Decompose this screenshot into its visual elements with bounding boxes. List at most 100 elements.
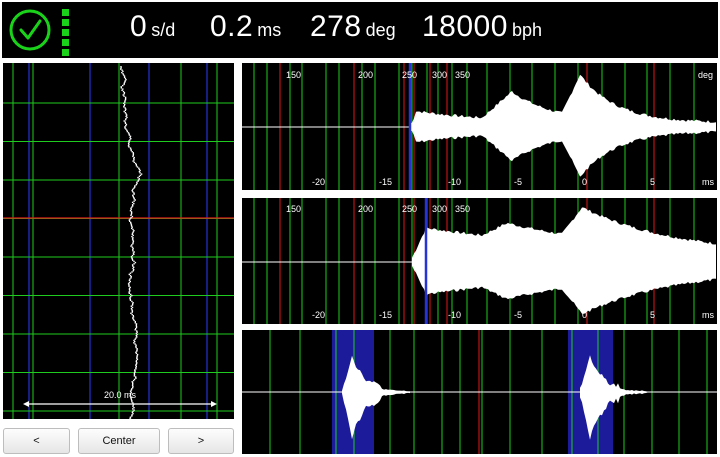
trace-dot [128,140,130,142]
trace-dot [135,165,138,167]
trace-dot [131,246,134,248]
trace-dot [128,292,130,294]
trace-dot [132,405,134,408]
trace-dot [136,349,138,351]
next-button[interactable]: > [168,428,234,454]
trace-dot [135,344,137,346]
trace-dot [133,197,135,199]
trace-dot [131,415,133,417]
trace-dot [126,129,128,132]
trace-dot [132,270,134,272]
ms-tick: -5 [514,310,522,320]
trace-dot [133,159,135,161]
trace-dot [130,312,132,314]
trace-dot [127,142,130,145]
trace-dot [133,374,136,376]
trace-dot [123,75,126,77]
deg-tick: 250 [402,70,417,80]
trace-dot [122,70,124,73]
trace-dot [130,138,132,140]
trace-dot [131,215,134,218]
trace-dot [129,278,131,280]
center-button[interactable]: Center [78,428,160,454]
deg-tick: 200 [358,70,373,80]
trace-dot [135,359,138,362]
ms-tick: -10 [448,310,461,320]
span-arrow-right-head [211,401,217,407]
trace-dot [130,217,132,219]
trace-dot [124,99,127,101]
trace-dot [124,77,127,80]
trace-dot [130,224,133,226]
trace-dot [133,407,135,409]
trace-dot [126,130,129,133]
trace-dot [132,408,134,410]
ms-tick: 5 [650,310,655,320]
trace-dot [131,254,134,257]
trace-dot [128,291,130,293]
trace-dot [132,382,134,384]
trace-dot [130,213,133,215]
trace-dot [129,417,131,419]
trace-dot [133,409,135,411]
trace-dot [135,346,137,349]
trace-dot [132,155,134,158]
trace-dot [132,248,134,251]
trace-dot [133,161,135,163]
deg-unit: deg [698,70,713,80]
prev-button[interactable]: < [3,428,70,454]
trace-dot [131,309,133,311]
trace-dot [133,187,135,189]
trace-dot [131,304,134,306]
trace-dot [135,376,137,378]
trace-dot [122,84,124,87]
trace-dot [134,343,136,345]
trace-dot [123,93,125,95]
trace-dot [121,71,123,74]
trace-dot [128,143,130,146]
trace-dot [123,102,125,104]
trace-dot [123,106,125,108]
trace-dot [139,169,141,172]
amplitude-readout: 278 deg [310,10,396,43]
trace-dot [125,108,127,110]
trace-dot [132,237,134,239]
deg-tick: 250 [402,204,417,214]
trace-dot [135,352,138,355]
trace-dot [131,235,133,238]
trace-dot [131,311,133,313]
clock-check-icon [8,8,52,52]
trace-dot [132,194,134,196]
trace-dot [139,172,141,174]
trace-dot [123,120,125,122]
trace-dot [133,260,135,263]
timegrapher-panel: 20.0 ms [3,63,234,419]
trace-dot [131,271,133,273]
trace-dot [132,228,134,231]
trace-dot [131,313,133,316]
trace-dot [136,355,138,357]
waveform-mid-panel: 150 200 250 300 350 -20 -15 -10 -5 0 5 m… [242,198,717,324]
trace-dot [124,119,127,121]
trace-dot [134,371,136,373]
trace-dot [132,160,134,162]
trace-dot [130,222,132,225]
trace-dot [134,370,136,372]
trace-dot [129,218,131,220]
beat-error-readout: 0.2 ms [210,10,282,43]
trace-dot [124,101,126,103]
trace-dot [130,276,132,278]
trace-dot [130,245,132,247]
trace-dot [135,364,137,366]
trace-dot [131,384,134,386]
waveform-top-plot: 150 200 250 300 350 deg -20 -15 -10 -5 0… [242,63,716,190]
trace-dot [128,219,130,221]
trace-dot [120,87,122,89]
trace-dot [135,325,138,327]
trace-dot [120,66,122,68]
timegrapher-plot: 20.0 ms [3,63,234,419]
trace-dot [131,226,133,228]
trace-dot [132,231,134,233]
trace-dot [132,240,135,242]
trace-dot [123,104,125,107]
